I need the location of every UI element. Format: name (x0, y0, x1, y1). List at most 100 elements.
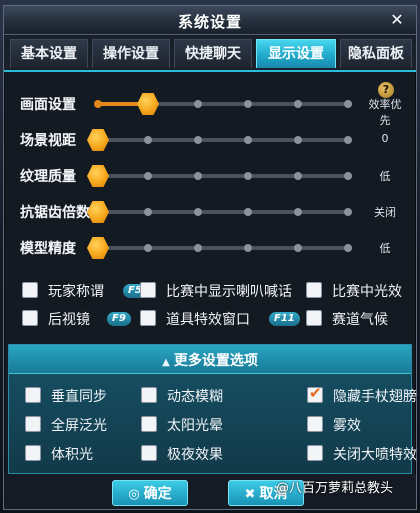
option-show-horn[interactable]: 比赛中显示喇叭喊话 (140, 280, 300, 302)
option-polar-night[interactable]: 极夜效果 (141, 443, 261, 465)
slider-step[interactable] (344, 208, 352, 216)
option-vsync[interactable]: 垂直同步 (25, 385, 135, 407)
close-icon[interactable]: ✕ (387, 10, 407, 30)
option-disable-boost-fx[interactable]: 关闭大喷特效 (307, 443, 417, 465)
slider-value: 效率优先 (368, 98, 402, 127)
confirm-label: 确定 (143, 486, 172, 502)
slider-step[interactable] (194, 136, 202, 144)
tab-basic[interactable]: 基本设置 (10, 39, 88, 68)
watermark: @八百万萝莉总教头 (276, 481, 394, 496)
cancel-icon: ✖ (244, 487, 256, 502)
slider-step[interactable] (194, 172, 202, 180)
checkbox[interactable] (306, 282, 322, 298)
option-race-light[interactable]: 比赛中光效 (306, 280, 414, 302)
slider-step[interactable] (294, 100, 302, 108)
tab-display[interactable]: 显示设置 (256, 39, 336, 68)
slider-label: 模型精度 (20, 241, 76, 257)
option-hide-wand-wings[interactable]: 隐藏手杖翅膀 (307, 384, 417, 407)
dialog-title: 系统设置 (177, 13, 242, 31)
slider-thumb[interactable] (87, 237, 109, 259)
option-player-title[interactable]: 玩家称谓 F5 (22, 280, 147, 302)
option-volumetric-light[interactable]: 体积光 (25, 443, 135, 465)
slider-step[interactable] (144, 136, 152, 144)
option-label: 全屏泛光 (51, 418, 107, 434)
slider-row: 场景视距 0 (10, 126, 408, 152)
option-track-weather[interactable]: 赛道气候 (306, 308, 414, 330)
option-motion-blur[interactable]: 动态模糊 (141, 385, 261, 407)
checkbox[interactable] (140, 310, 156, 326)
checkbox[interactable] (141, 445, 157, 461)
tab-privacy[interactable]: 隐私面板 (340, 39, 412, 68)
more-settings-toggle[interactable]: ▲ 更多设置选项 (9, 345, 411, 374)
option-rear-mirror[interactable]: 后视镜 F9 (22, 308, 142, 330)
slider-step[interactable] (144, 208, 152, 216)
slider-step[interactable] (144, 244, 152, 252)
slider-row: 抗锯齿倍数 关闭 (10, 198, 408, 224)
slider-step[interactable] (344, 244, 352, 252)
slider-track[interactable] (94, 93, 352, 115)
slider-step[interactable] (244, 100, 252, 108)
slider-value: 低 (379, 242, 391, 255)
slider-step[interactable] (344, 172, 352, 180)
option-label: 动态模糊 (167, 389, 223, 405)
slider-thumb[interactable] (87, 165, 109, 187)
confirm-button[interactable]: ◎ 确定 (112, 480, 188, 506)
checkbox[interactable] (22, 310, 38, 326)
option-sun-halo[interactable]: 太阳光晕 (141, 414, 261, 436)
tab-quick-chat[interactable]: 快捷聊天 (174, 39, 252, 68)
checkbox[interactable] (25, 416, 41, 432)
option-bloom[interactable]: 全屏泛光 (25, 414, 135, 436)
checkbox[interactable] (307, 445, 323, 461)
tab-controls[interactable]: 操作设置 (92, 39, 170, 68)
option-label: 后视镜 (48, 312, 90, 328)
checkbox[interactable] (141, 416, 157, 432)
slider-step[interactable] (244, 172, 252, 180)
slider-step[interactable] (194, 100, 202, 108)
slider-value: 0 (381, 132, 389, 145)
slider-thumb[interactable] (87, 201, 109, 223)
slider-track[interactable] (87, 129, 352, 151)
slider-label: 画面设置 (20, 97, 76, 113)
option-label: 垂直同步 (51, 389, 107, 405)
option-label: 道具特效窗口 (166, 312, 250, 328)
slider-step[interactable] (344, 136, 352, 144)
slider-step[interactable] (244, 208, 252, 216)
slider-track[interactable] (87, 165, 352, 187)
slider-thumb[interactable] (137, 93, 159, 115)
slider-step[interactable] (194, 208, 202, 216)
more-settings-label: 更多设置选项 (173, 353, 258, 369)
checkbox[interactable] (140, 282, 156, 298)
confirm-icon: ◎ (128, 487, 140, 502)
slider-step[interactable] (194, 244, 202, 252)
checkbox[interactable] (25, 445, 41, 461)
slider-step[interactable] (294, 244, 302, 252)
option-label: 玩家称谓 (48, 284, 104, 300)
checkbox[interactable] (307, 416, 323, 432)
slider-track[interactable] (87, 201, 352, 223)
slider-step[interactable] (94, 100, 102, 108)
slider-step[interactable] (294, 208, 302, 216)
checkbox[interactable] (141, 387, 157, 403)
option-label: 雾效 (333, 418, 361, 434)
checkbox[interactable] (306, 310, 322, 326)
slider-step[interactable] (294, 136, 302, 144)
option-label: 隐藏手杖翅膀 (333, 389, 417, 405)
slider-step[interactable] (144, 172, 152, 180)
option-label: 比赛中光效 (332, 284, 402, 300)
slider-track[interactable] (87, 237, 352, 259)
slider-step[interactable] (244, 136, 252, 144)
settings-dialog: 系统设置 ✕ 基本设置 操作设置 快捷聊天 显示设置 隐私面板 ? 画面设置 效率… (3, 5, 417, 510)
checkbox-checked[interactable] (307, 384, 323, 403)
slider-value: 关闭 (374, 206, 396, 219)
slider-step[interactable] (244, 244, 252, 252)
slider-thumb[interactable] (87, 129, 109, 151)
checkbox[interactable] (22, 282, 38, 298)
option-label: 太阳光晕 (167, 418, 223, 434)
slider-step[interactable] (294, 172, 302, 180)
checkbox[interactable] (25, 387, 41, 403)
option-item-fx-window[interactable]: 道具特效窗口 F11 (140, 308, 300, 330)
slider-row: 纹理质量 低 (10, 162, 408, 188)
slider-step[interactable] (344, 100, 352, 108)
slider-label: 抗锯齿倍数 (20, 205, 90, 221)
option-fog[interactable]: 雾效 (307, 414, 411, 436)
